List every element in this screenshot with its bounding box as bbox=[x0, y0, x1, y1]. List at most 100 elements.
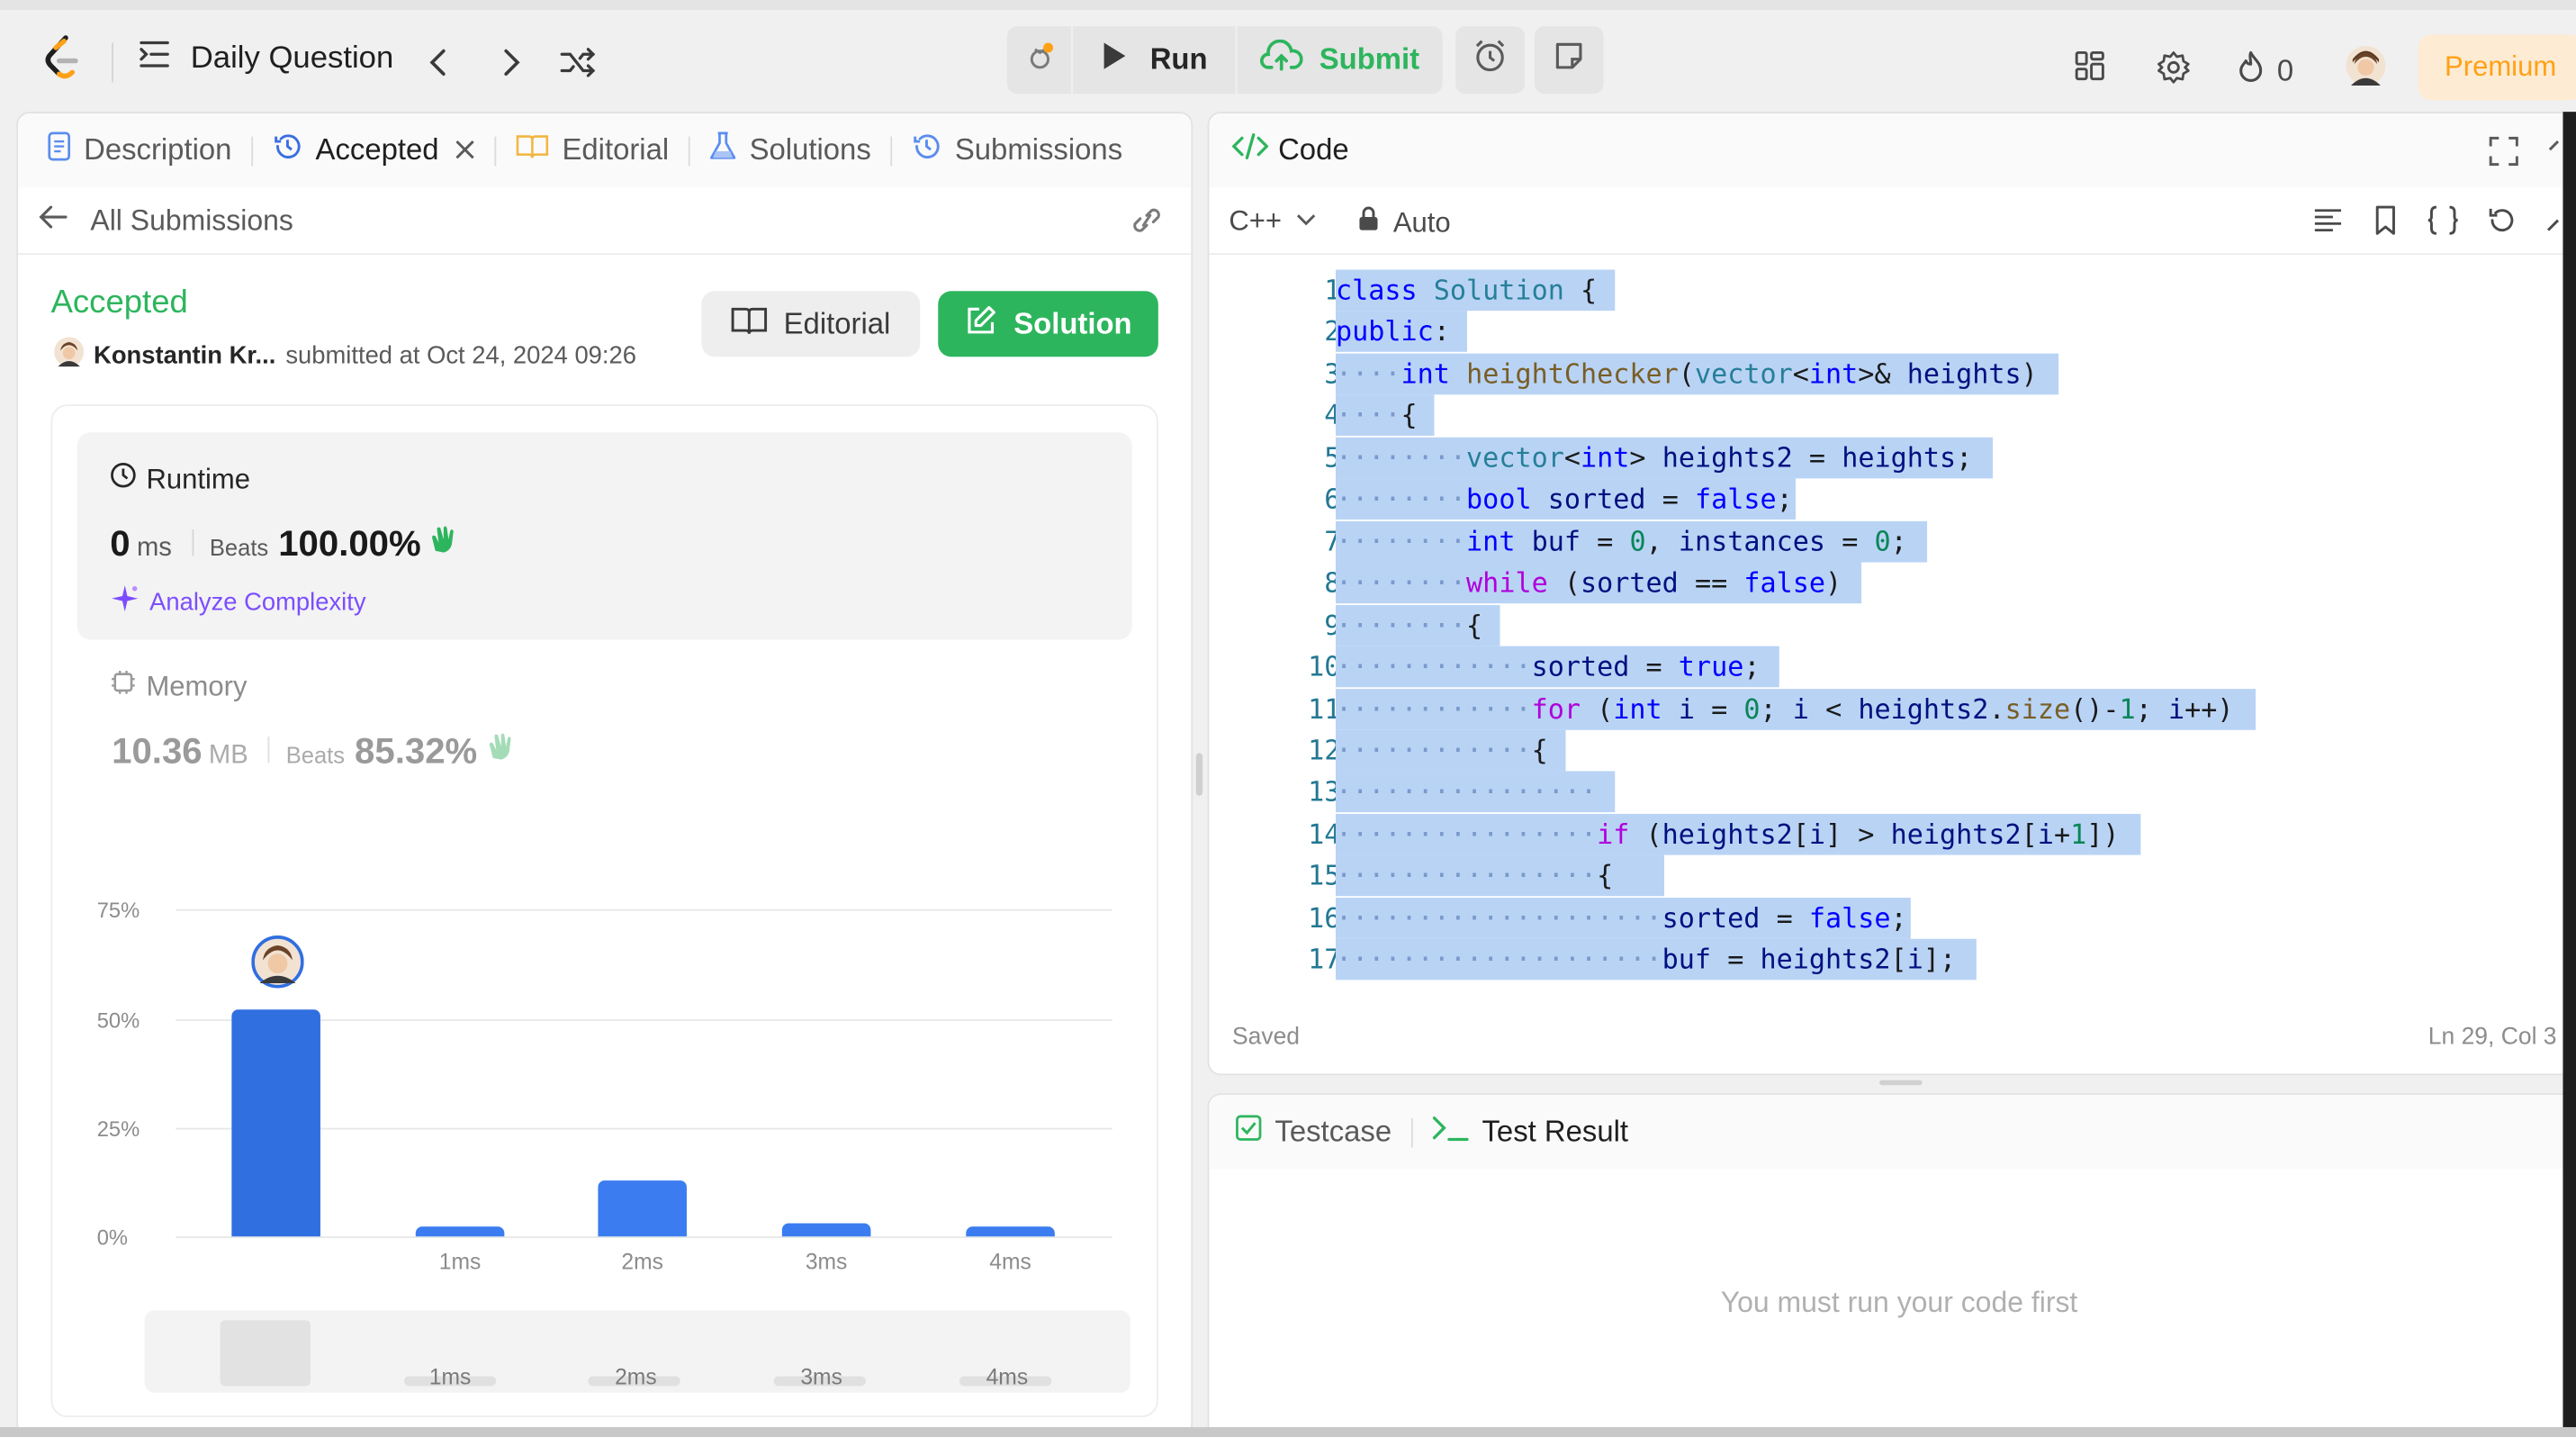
timer-button[interactable] bbox=[1455, 26, 1525, 95]
code-text-content: int buf = 0, instances = 0; bbox=[1466, 525, 1907, 557]
premium-button[interactable]: Premium bbox=[2418, 34, 2576, 101]
tab-accepted[interactable]: Accepted bbox=[273, 131, 475, 169]
tab-label: Editorial bbox=[562, 132, 670, 167]
prev-problem-button[interactable] bbox=[424, 46, 454, 88]
tab-divider bbox=[1411, 1116, 1413, 1147]
tab-label: Solutions bbox=[749, 132, 871, 167]
arrow-left-icon bbox=[38, 203, 68, 238]
code-text: ····················buf = heights2[i]; bbox=[1335, 944, 1957, 976]
bookmark-icon[interactable] bbox=[2373, 205, 2399, 243]
code-text: ········while (sorted == false) bbox=[1335, 567, 1842, 599]
divider bbox=[191, 529, 194, 556]
code-text-content: { bbox=[1401, 400, 1418, 432]
test-tabs: Testcase Test Result bbox=[1209, 1095, 2576, 1170]
notes-button[interactable] bbox=[1534, 26, 1604, 95]
tab-test-result[interactable]: Test Result bbox=[1432, 1115, 1629, 1149]
tab-submissions[interactable]: Submissions bbox=[912, 131, 1122, 169]
tab-label: Test Result bbox=[1482, 1115, 1629, 1148]
solution-button[interactable]: Solution bbox=[938, 291, 1158, 357]
expand-icon[interactable] bbox=[2544, 207, 2564, 241]
code-line: 2 public: bbox=[1209, 311, 2523, 353]
link-icon[interactable] bbox=[1129, 205, 1165, 243]
reset-icon[interactable] bbox=[2488, 205, 2517, 243]
checkbox-icon bbox=[1236, 1115, 1262, 1149]
cursor-position: Ln 29, Col 3 bbox=[2427, 1024, 2557, 1051]
bottom-edge bbox=[0, 1427, 2576, 1437]
vertical-splitter[interactable] bbox=[1195, 753, 1203, 796]
random-problem-button[interactable] bbox=[559, 46, 599, 88]
code-text: ········bool sorted = false; bbox=[1335, 484, 1793, 516]
terminal-icon bbox=[1432, 1115, 1469, 1149]
leetcode-logo[interactable] bbox=[36, 33, 86, 83]
code-text: ················ bbox=[1335, 776, 1598, 809]
tab-solutions[interactable]: Solutions bbox=[710, 131, 871, 169]
layout-button[interactable] bbox=[2074, 50, 2107, 91]
book-icon bbox=[731, 305, 768, 343]
history-icon bbox=[912, 131, 941, 169]
language-select[interactable]: C++ bbox=[1229, 205, 1318, 239]
memory-header[interactable]: Memory bbox=[110, 669, 248, 703]
settings-button[interactable] bbox=[2156, 50, 2192, 94]
code-line: 5 ········vector<int> heights2 = heights; bbox=[1209, 437, 2523, 479]
line-number: 14 bbox=[1308, 818, 1341, 850]
avatar[interactable] bbox=[2346, 46, 2386, 86]
tab-testcase[interactable]: Testcase bbox=[1236, 1115, 1392, 1149]
submission-meta: Konstantin Kr... submitted at Oct 24, 20… bbox=[54, 337, 636, 373]
tab-label: Accepted bbox=[315, 132, 439, 167]
code-text: public: bbox=[1336, 316, 1450, 348]
runtime-card[interactable]: Runtime 0 ms Beats 100.00% Analyze Compl… bbox=[77, 432, 1132, 640]
clap-icon bbox=[484, 730, 518, 772]
user-avatar[interactable] bbox=[54, 337, 85, 373]
code-text: ····{ bbox=[1335, 400, 1418, 432]
code-line: 1 class Solution { bbox=[1209, 269, 2523, 312]
tab-editorial[interactable]: Editorial bbox=[516, 133, 669, 167]
cloud-upload-icon bbox=[1260, 39, 1303, 81]
line-number: 9 bbox=[1324, 609, 1341, 641]
tab-description[interactable]: Description bbox=[48, 131, 231, 169]
memory-beats-value: 85.32% bbox=[355, 729, 478, 772]
code-line: 13 ················ bbox=[1209, 772, 2523, 813]
autocomplete-mode[interactable]: Auto bbox=[1357, 205, 1451, 240]
close-icon[interactable] bbox=[455, 133, 475, 167]
run-button[interactable]: Run bbox=[1073, 26, 1238, 95]
horizontal-splitter[interactable] bbox=[1879, 1080, 1923, 1086]
editorial-button[interactable]: Editorial bbox=[701, 291, 921, 357]
code-text-content: for (int i = 0; i < heights2.size()-1; i… bbox=[1531, 692, 2234, 725]
all-submissions-link[interactable]: All Submissions bbox=[38, 203, 293, 238]
code-text: ················if (heights2[i] > height… bbox=[1335, 818, 2120, 850]
divider bbox=[112, 42, 113, 83]
analyze-label: Analyze Complexity bbox=[149, 588, 366, 617]
maximize-icon[interactable] bbox=[2489, 136, 2518, 175]
code-text: ····int heightChecker(vector<int>& heigh… bbox=[1335, 357, 2038, 390]
submission-status: Accepted bbox=[50, 284, 188, 321]
clock-icon bbox=[110, 462, 136, 496]
left-panel: Description Accepted Editorial Solutions bbox=[16, 112, 1193, 1437]
code-line: 6 ········bool sorted = false; bbox=[1209, 478, 2523, 520]
problem-list-button[interactable]: Daily Question bbox=[138, 40, 393, 77]
submit-button[interactable]: Submit bbox=[1237, 26, 1442, 94]
left-tabs: Description Accepted Editorial Solutions bbox=[18, 113, 1192, 188]
code-editor[interactable]: 1 class Solution {2 public: 3 ····int height… bbox=[1209, 269, 2576, 984]
debugger-button[interactable] bbox=[1007, 26, 1073, 95]
code-text-content: while (sorted == false) bbox=[1466, 567, 1842, 599]
memory-unit: MB bbox=[208, 741, 248, 770]
save-status: Saved bbox=[1231, 1024, 1301, 1051]
flask-icon bbox=[710, 131, 736, 169]
streak-counter[interactable]: 0 bbox=[2234, 50, 2293, 94]
next-problem-button[interactable] bbox=[496, 46, 526, 88]
code-text-content: { bbox=[1466, 609, 1483, 641]
line-number: 17 bbox=[1308, 944, 1341, 976]
code-line: 11 ············for (int i = 0; i < height… bbox=[1209, 688, 2523, 729]
code-panel: Code C++ Auto 1 class Solution {2 public: 3… bbox=[1207, 112, 2576, 1076]
editorial-button-label: Editorial bbox=[783, 306, 891, 340]
analyze-complexity-link[interactable]: Analyze Complexity bbox=[110, 583, 366, 621]
user-name[interactable]: Konstantin Kr... bbox=[94, 341, 275, 369]
memory-value: 10.36 bbox=[112, 729, 203, 772]
alarm-clock-icon bbox=[1472, 38, 1508, 82]
chip-icon bbox=[110, 669, 136, 703]
format-icon[interactable] bbox=[2313, 207, 2343, 241]
bug-icon bbox=[1021, 38, 1057, 82]
history-icon bbox=[273, 131, 302, 169]
layout-grid-icon bbox=[2074, 50, 2107, 91]
braces-icon[interactable] bbox=[2427, 205, 2460, 243]
